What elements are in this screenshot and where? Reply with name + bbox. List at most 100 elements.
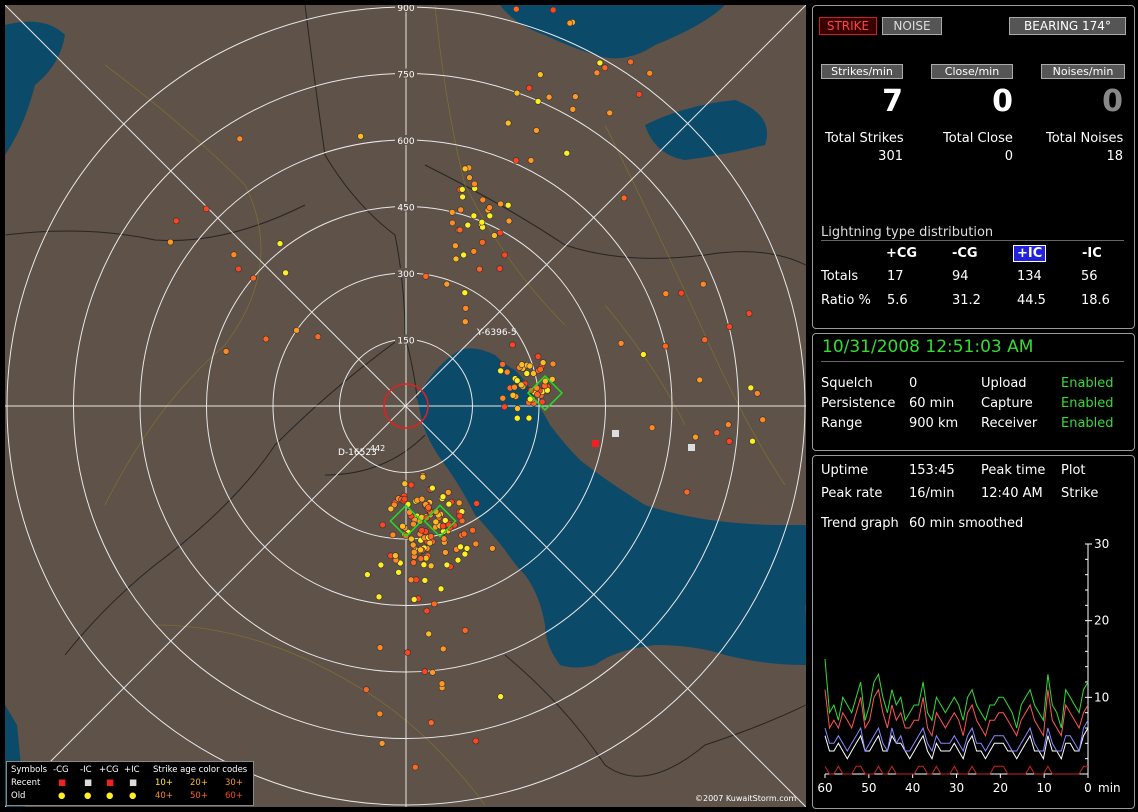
strike-dot <box>459 193 466 201</box>
ratio-pcg: 5.6 <box>887 293 908 308</box>
strike-dot <box>425 630 433 638</box>
strike-dot <box>509 341 516 349</box>
legend-old-label: Old <box>11 791 26 801</box>
trend-label: Trend graph <box>821 516 899 531</box>
strike-dot <box>377 561 385 569</box>
strike-dot <box>357 133 364 140</box>
old-pic-icon: ● <box>129 791 137 801</box>
peak-rate-label: Peak rate <box>821 486 883 501</box>
strike-dot <box>635 91 643 98</box>
strike-dot <box>486 212 494 220</box>
strike-dot <box>282 269 289 277</box>
strike-dot <box>438 680 446 688</box>
age-20: 20+ <box>190 778 208 788</box>
stats-panel: Uptime 153:45 Peak time Plot Peak rate 1… <box>812 455 1135 809</box>
strike-dot <box>418 495 426 503</box>
strike-dot <box>235 265 242 273</box>
strike-dot <box>692 433 699 441</box>
ratio-label: Ratio % <box>821 293 871 308</box>
strike-dot <box>456 226 464 234</box>
strike-dot <box>617 339 625 347</box>
plot-value[interactable]: Strike <box>1061 486 1098 501</box>
strike-dot <box>427 562 435 570</box>
strike-dot <box>496 265 504 272</box>
strike-dot <box>745 310 753 317</box>
peak-time-value: 12:40 AM <box>981 486 1043 501</box>
strike-dot <box>593 69 601 77</box>
strike-dot <box>167 238 174 246</box>
strike-dot <box>172 217 180 225</box>
old-ncg-icon: ● <box>58 791 66 801</box>
squelch-value: 0 <box>909 376 918 391</box>
lightning-map[interactable]: 150300450600750900 Y-6396-5 D-16523 -442… <box>5 5 806 807</box>
strike-dot <box>440 535 448 542</box>
strike-dot <box>501 403 508 411</box>
strike-dot <box>404 649 411 656</box>
strike-dot <box>466 174 473 181</box>
strike-dot <box>452 255 460 263</box>
strike-dot <box>375 593 383 601</box>
totals-pic: 134 <box>1017 269 1042 284</box>
bearing-button[interactable]: BEARING 174° <box>1009 17 1126 35</box>
strike-dot <box>497 693 504 700</box>
ratio-pic: 44.5 <box>1017 293 1046 308</box>
strikes-min-value: 7 <box>882 84 903 119</box>
strike-dot <box>497 367 504 375</box>
strike-dot <box>699 280 707 288</box>
noise-button[interactable]: NOISE <box>882 17 942 35</box>
strike-dot <box>408 535 415 543</box>
old-nic-icon: ● <box>84 791 92 801</box>
strike-dot <box>537 365 544 373</box>
strike-dot <box>378 740 386 747</box>
strike-dot <box>662 290 670 298</box>
strike-dot <box>418 526 426 534</box>
x-tick-label: 40 <box>905 781 920 795</box>
type-pic[interactable]: +IC <box>1013 245 1047 262</box>
strike-dot <box>549 360 557 368</box>
strike-dot <box>427 533 435 540</box>
strike-dot <box>534 353 542 360</box>
strike-dot <box>499 360 506 368</box>
strike-dot <box>486 204 493 211</box>
strike-dot <box>646 69 654 77</box>
distribution-title: Lightning type distribution <box>821 225 994 240</box>
strike-dot <box>464 221 472 229</box>
recent-strike-marker <box>688 444 695 451</box>
total-strikes-value: 301 <box>878 149 903 164</box>
y-tick-label: 10 <box>1094 690 1109 704</box>
legend-col-pic: +IC <box>124 765 140 775</box>
strike-dot <box>724 421 732 428</box>
strike-dot <box>461 627 469 634</box>
strike-dot <box>747 384 755 392</box>
strike-dot <box>429 484 436 492</box>
strike-dot <box>429 669 436 676</box>
noises-min-label: Noises/min <box>1041 64 1125 79</box>
strike-dot <box>526 362 534 370</box>
strike-dot <box>479 196 487 204</box>
strike-dot <box>572 93 579 100</box>
totals-label: Totals <box>821 269 859 284</box>
strike-dot <box>444 488 452 496</box>
range-label: 750 <box>397 71 414 81</box>
strike-dot <box>517 381 525 389</box>
strike-dot <box>563 149 571 157</box>
strike-dot <box>470 248 478 255</box>
noises-min-value: 0 <box>1102 84 1123 119</box>
recent-strike-marker <box>612 430 619 437</box>
strike-button[interactable]: STRIKE <box>819 17 877 35</box>
legend-symbols-title: Symbols <box>11 765 48 775</box>
age-50: 50+ <box>190 791 208 801</box>
strike-dot <box>539 359 547 366</box>
strike-dot <box>401 480 409 488</box>
receiver-label: Receiver <box>981 416 1038 431</box>
strikes-min-label: Strikes/min <box>821 64 903 79</box>
persistence-value: 60 min <box>909 396 955 411</box>
strike-dot <box>443 280 451 288</box>
strike-dot <box>749 437 756 445</box>
strike-dot <box>536 71 544 78</box>
strike-dot <box>472 737 480 745</box>
strike-dot <box>376 710 384 718</box>
total-close-value: 0 <box>1004 149 1013 164</box>
strike-dot <box>509 391 517 399</box>
counts-panel: STRIKE NOISE BEARING 174° Strikes/min Cl… <box>812 5 1135 329</box>
